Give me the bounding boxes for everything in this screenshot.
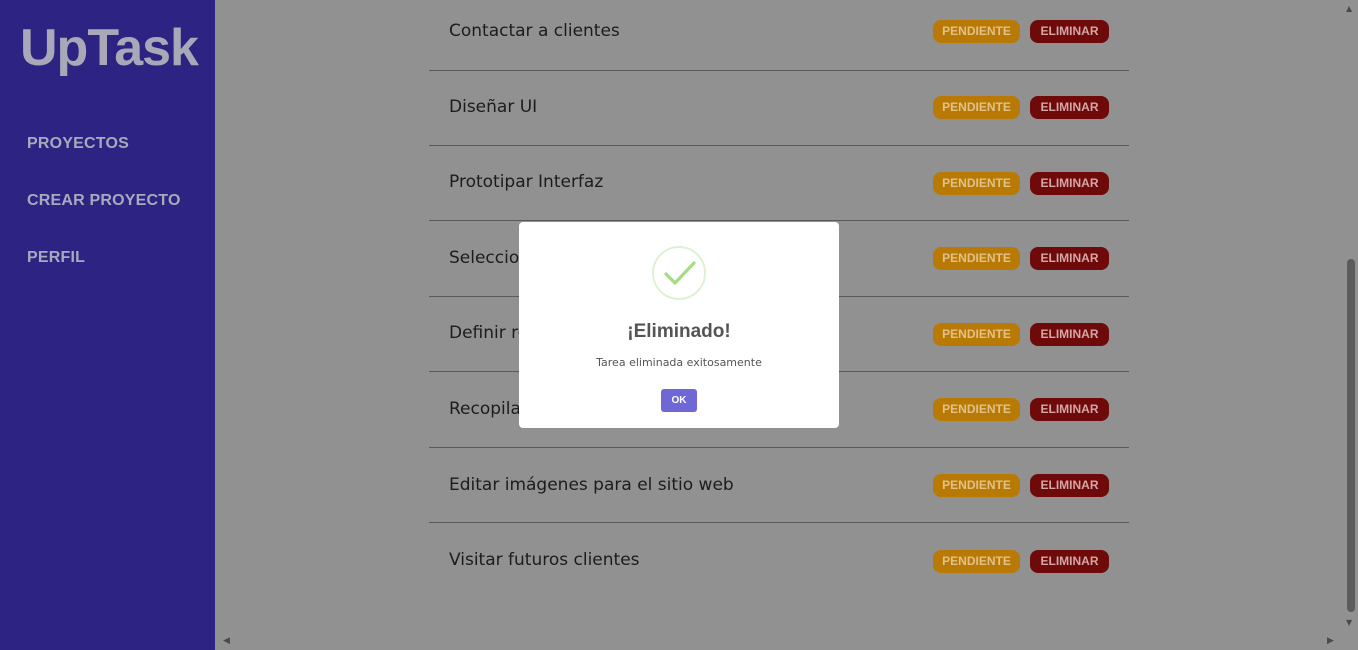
delete-task-button[interactable]: ELIMINAR	[1030, 474, 1109, 497]
dialog-message: Tarea eliminada exitosamente	[596, 356, 762, 369]
sidebar: UpTask PROYECTOS CREAR PROYECTO PERFIL	[0, 0, 215, 650]
delete-task-button[interactable]: ELIMINAR	[1030, 247, 1109, 270]
task-row: Contactar a clientes PENDIENTE ELIMINAR	[429, 0, 1129, 71]
task-row: Prototipar Interfaz PENDIENTE ELIMINAR	[429, 146, 1129, 221]
scroll-down-icon[interactable]: ▼	[1346, 618, 1352, 627]
task-name: Visitar futuros clientes	[449, 550, 640, 570]
delete-task-button[interactable]: ELIMINAR	[1030, 323, 1109, 346]
task-name: Definir ro	[449, 323, 529, 343]
scrollbar-thumb[interactable]	[1347, 259, 1355, 612]
task-name: Seleccion	[449, 248, 531, 268]
scroll-right-icon[interactable]: ▶	[1327, 636, 1334, 646]
ok-button[interactable]: OK	[661, 389, 697, 412]
status-pending-button[interactable]: PENDIENTE	[933, 96, 1020, 119]
success-dialog: ¡Eliminado! Tarea eliminada exitosamente…	[519, 222, 839, 428]
horizontal-scrollbar[interactable]: ◀ ▶	[215, 634, 1358, 650]
scroll-up-icon[interactable]: ▲	[1346, 4, 1352, 13]
status-pending-button[interactable]: PENDIENTE	[933, 474, 1020, 497]
task-row: Visitar futuros clientes PENDIENTE ELIMI…	[429, 524, 1129, 599]
sidebar-item-perfil[interactable]: PERFIL	[27, 249, 85, 267]
success-check-icon	[652, 246, 706, 300]
task-name: Prototipar Interfaz	[449, 172, 604, 192]
sidebar-item-proyectos[interactable]: PROYECTOS	[27, 135, 129, 153]
delete-task-button[interactable]: ELIMINAR	[1030, 550, 1109, 573]
app-logo: UpTask	[20, 19, 199, 77]
task-name: Recopilar	[449, 399, 528, 419]
status-pending-button[interactable]: PENDIENTE	[933, 20, 1020, 43]
delete-task-button[interactable]: ELIMINAR	[1030, 96, 1109, 119]
task-row: Editar imágenes para el sitio web PENDIE…	[429, 448, 1129, 523]
task-name: Editar imágenes para el sitio web	[449, 475, 734, 495]
status-pending-button[interactable]: PENDIENTE	[933, 550, 1020, 573]
task-row: Diseñar UI PENDIENTE ELIMINAR	[429, 71, 1129, 146]
dialog-title: ¡Eliminado!	[627, 321, 731, 342]
delete-task-button[interactable]: ELIMINAR	[1030, 172, 1109, 195]
task-name: Diseñar UI	[449, 97, 538, 117]
vertical-scrollbar[interactable]: ▲ ▼	[1343, 0, 1358, 634]
scroll-left-icon[interactable]: ◀	[223, 636, 230, 646]
status-pending-button[interactable]: PENDIENTE	[933, 247, 1020, 270]
delete-task-button[interactable]: ELIMINAR	[1030, 20, 1109, 43]
status-pending-button[interactable]: PENDIENTE	[933, 323, 1020, 346]
task-name: Contactar a clientes	[449, 21, 620, 41]
status-pending-button[interactable]: PENDIENTE	[933, 398, 1020, 421]
delete-task-button[interactable]: ELIMINAR	[1030, 398, 1109, 421]
sidebar-item-crear-proyecto[interactable]: CREAR PROYECTO	[27, 192, 181, 210]
status-pending-button[interactable]: PENDIENTE	[933, 172, 1020, 195]
